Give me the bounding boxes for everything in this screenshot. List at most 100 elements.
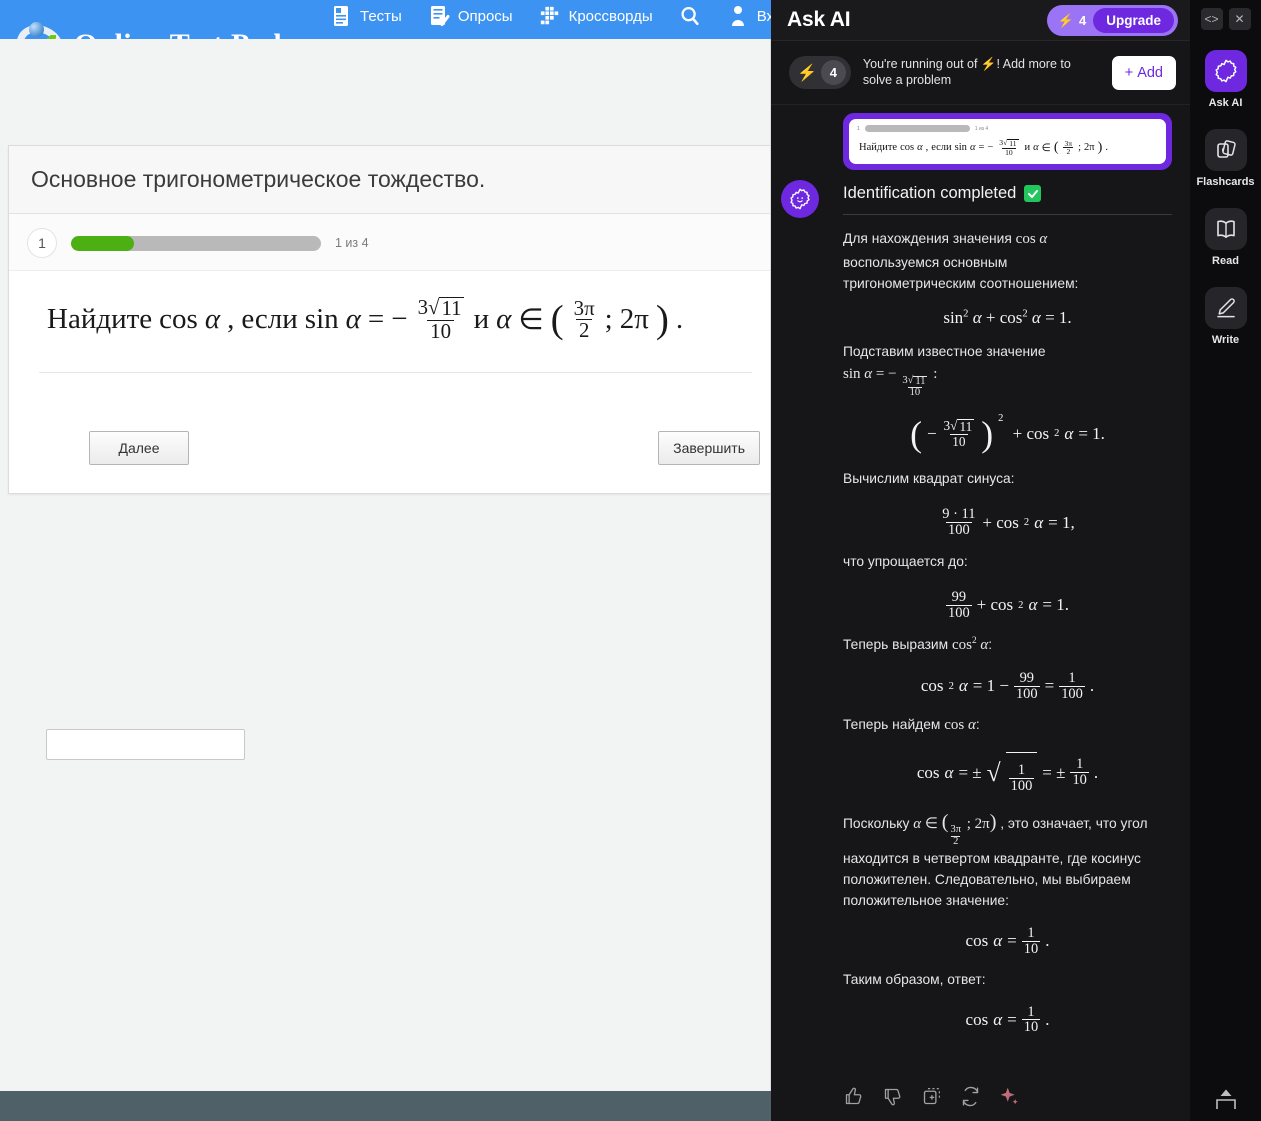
pencil-icon (1214, 296, 1238, 320)
add-credits-button[interactable]: + Add (1112, 56, 1176, 90)
bolt-icon: ⚡ (797, 63, 817, 83)
sparkle-icon[interactable] (999, 1086, 1020, 1107)
q-fraction: 3√11 10 (415, 297, 467, 342)
button-row: Далее Завершить (9, 419, 770, 483)
q-frac-num: 3√11 (415, 297, 467, 319)
q-close-paren: ) (656, 297, 669, 342)
rail-item-write[interactable]: Write (1205, 287, 1247, 346)
inline-interval: α ∈ (3π2 ; 2π) (913, 816, 1000, 832)
regenerate-icon[interactable] (960, 1086, 981, 1107)
s6: Теперь найдем (843, 717, 940, 732)
finish-button[interactable]: Завершить (658, 431, 760, 465)
tool-rail: <> ✕ Ask AI Flashcards (1190, 0, 1261, 1121)
q-open-paren: ( (551, 297, 564, 342)
bolt-icon-header: ⚡ (1058, 13, 1074, 29)
rail-item-read[interactable]: Read (1205, 208, 1247, 267)
nav-label-tests: Тесты (360, 8, 402, 25)
inline-cos2-alpha: cos2 α (952, 637, 988, 653)
credit-chip: ⚡ 4 (789, 56, 851, 89)
rail-bottom-icon[interactable] (1213, 1088, 1239, 1115)
inline-sin-value: sin α = − 3√1110 : (843, 366, 937, 382)
sparkle-burst-icon (1214, 59, 1238, 83)
search-icon (679, 4, 701, 28)
nav-item-tests[interactable]: Тесты (330, 4, 402, 28)
ask-ai-panel: Ask AI ⚡ 4 Upgrade ⚡ 4 You're running ou… (771, 0, 1190, 1121)
rail-item-flashcards[interactable]: Flashcards (1196, 129, 1254, 188)
q-alpha-1: α (205, 303, 220, 336)
answer-input[interactable] (46, 729, 245, 760)
progress-bar-fill (71, 236, 134, 251)
ai-avatar (781, 180, 819, 218)
user-icon (727, 4, 749, 28)
ai-answer-block: Identification completed Для нахождения … (843, 184, 1172, 1035)
q-int-den: 2 (576, 319, 592, 341)
thumbs-up-icon[interactable] (843, 1086, 864, 1107)
snippet-progress-row: 1 1 из 4 (855, 123, 1160, 136)
identification-label: Identification completed (843, 184, 1016, 203)
question-area: Найдите cos α , если sin α = − 3√11 10 (39, 281, 752, 373)
s1a: Для нахождения значения (843, 231, 1012, 246)
step-paragraph-4: что упрощается до: (843, 551, 1172, 572)
s1b: воспользуемся основным (843, 255, 1007, 270)
s1c: тригонометрическим соотношением: (843, 276, 1078, 291)
equation-5: cos2 α = 1 − 99100 = 1100. (843, 671, 1172, 701)
nav-item-crosswords[interactable]: Кроссворды (539, 4, 653, 28)
add-label: Add (1137, 65, 1163, 81)
q-interval-fraction: 3π 2 (571, 298, 598, 342)
progress-bar (71, 236, 321, 251)
next-button[interactable]: Далее (89, 431, 189, 465)
equation-6: cos α = ±√ 1100 = ±110. (843, 752, 1172, 794)
page-title: Основное тригонометрическое тождество. (9, 146, 770, 214)
question-math: Найдите cos α , если sin α = − 3√11 10 (47, 297, 744, 342)
rail-label-write: Write (1212, 334, 1239, 346)
q-eq: = (368, 303, 384, 336)
snippet-progress-label: 1 из 4 (975, 126, 988, 132)
add-to-collection-icon[interactable] (921, 1086, 942, 1107)
login-label: Вх (757, 8, 771, 25)
question-number-badge: 1 (27, 228, 57, 258)
online-test-pad-page: Online Test Pad Тесты (0, 0, 771, 1121)
step-paragraph-5: Теперь выразим cos2 α: (843, 634, 1172, 657)
step-paragraph-8: Таким образом, ответ: (843, 969, 1172, 990)
flashcards-icon (1214, 138, 1238, 162)
survey-checklist-icon (428, 4, 450, 28)
ask-ai-header: Ask AI ⚡ 4 Upgrade (771, 0, 1190, 41)
login-button[interactable]: Вх (727, 4, 771, 28)
snippet-badge: 1 (857, 126, 860, 132)
rail-label-ask-ai: Ask AI (1209, 97, 1243, 109)
ai-conversation[interactable]: 1 1 из 4 Найдите cosα, если sinα =− 3√11… (771, 105, 1190, 1121)
snippet-math: Найдите cosα, если sinα =− 3√1110 и α ∈(… (855, 136, 1160, 157)
q-period: . (676, 303, 683, 336)
q-int-num: 3π (571, 298, 598, 319)
credit-count: 4 (821, 60, 846, 85)
upgrade-pill[interactable]: ⚡ 4 Upgrade (1047, 5, 1178, 36)
rail-icon-read (1205, 208, 1247, 250)
inline-cos-alpha-2: cos α (944, 717, 976, 733)
open-book-icon (1214, 217, 1238, 241)
window-controls: <> ✕ (1201, 0, 1251, 30)
progress-row: 1 1 из 4 (9, 214, 770, 271)
q-lead: Найдите (47, 303, 152, 336)
rail-label-flashcards: Flashcards (1196, 176, 1254, 188)
answer-area: Далее Завершить (9, 373, 770, 493)
upgrade-button[interactable]: Upgrade (1093, 8, 1174, 33)
nav-label-crosswords: Кроссворды (569, 8, 653, 25)
equation-1: sin2 α + cos2 α = 1. (843, 308, 1172, 328)
inline-cos-alpha-1: cos α (1016, 231, 1048, 247)
app-root: Online Test Pad Тесты (0, 0, 1261, 1121)
close-icon[interactable]: ✕ (1229, 8, 1251, 30)
step-paragraph-7: Поскольку α ∈ (3π2 ; 2π) , это означает,… (843, 807, 1172, 912)
code-brackets-icon[interactable]: <> (1201, 8, 1223, 30)
search-button[interactable] (679, 4, 701, 28)
message-actions (771, 1076, 1190, 1121)
equation-7: cos α = 110. (843, 926, 1172, 956)
thumbs-down-icon[interactable] (882, 1086, 903, 1107)
s5: Теперь выразим (843, 637, 948, 652)
step-paragraph-2: Подставим известное значение sin α = − 3… (843, 341, 1172, 399)
rail-item-ask-ai[interactable]: Ask AI (1205, 50, 1247, 109)
check-icon (1024, 185, 1041, 202)
captured-question-card[interactable]: 1 1 из 4 Найдите cosα, если sinα =− 3√11… (843, 113, 1172, 170)
q-sin: sin (305, 303, 339, 336)
nav-item-surveys[interactable]: Опросы (428, 4, 513, 28)
rail-label-read: Read (1212, 255, 1239, 267)
